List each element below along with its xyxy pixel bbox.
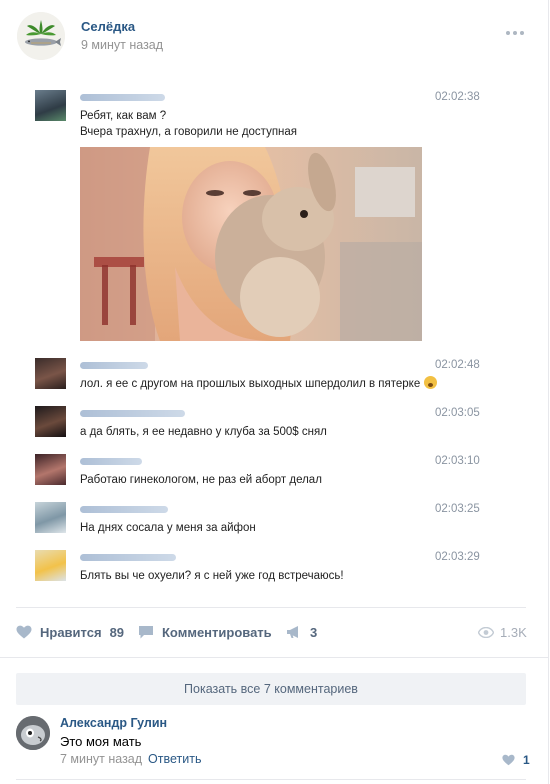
chat-time: 02:03:05: [435, 407, 480, 419]
comment-like-count: 1: [523, 753, 530, 767]
chat-name-blurred: [80, 458, 142, 465]
chat-message: На днях сосала у меня за айфон: [80, 522, 256, 534]
like-count: 89: [109, 624, 125, 640]
post-timestamp[interactable]: 9 минут назад: [81, 38, 163, 52]
views-counter: 1.3K: [478, 622, 527, 642]
comment-author[interactable]: Александр Гулин: [60, 716, 167, 730]
chat-time: 02:03:25: [435, 503, 480, 515]
reply-link[interactable]: Ответить: [148, 752, 201, 766]
comment-like-button[interactable]: 1: [502, 752, 530, 768]
divider: [16, 607, 526, 608]
divider: [16, 779, 526, 780]
chat-name-blurred: [80, 554, 176, 561]
heart-icon: [16, 625, 32, 639]
group-avatar[interactable]: [17, 12, 65, 60]
chat-avatar: [35, 550, 66, 581]
chat-photo: [80, 147, 422, 341]
megaphone-icon: [287, 626, 298, 638]
chat-avatar: [35, 358, 66, 389]
chat-message: а да блять, я ее недавно у клуба за 500$…: [80, 426, 327, 438]
chat-avatar: [35, 406, 66, 437]
chat-time: 02:03:29: [435, 551, 480, 563]
comment-button[interactable]: Комментировать: [138, 622, 272, 642]
group-name[interactable]: Селёдка: [81, 19, 135, 34]
like-button[interactable]: Нравится 89: [16, 622, 124, 642]
eye-icon: [478, 626, 494, 638]
chat-time: 02:03:10: [435, 455, 480, 467]
share-count: 3: [310, 624, 318, 640]
shocked-emoji-icon: [424, 376, 438, 389]
chat-message: Блять вы че охуели? я с ней уже год встр…: [80, 570, 344, 582]
share-button[interactable]: 3: [286, 622, 317, 642]
chat-time: 02:02:38: [435, 91, 480, 103]
divider: [0, 657, 548, 658]
comment-text: Это моя мать: [60, 734, 142, 749]
chat-name-blurred: [80, 410, 185, 417]
chat-message: лол. я ее с другом на прошлых выходных ш…: [80, 376, 438, 392]
chat-name-blurred: [80, 506, 168, 513]
like-label: Нравится: [40, 624, 102, 640]
chat-avatar: [35, 90, 66, 121]
comment-label: Комментировать: [162, 624, 272, 640]
chat-name-blurred: [80, 362, 148, 369]
chat-screenshot-image[interactable]: 02:02:38 Ребят, как вам ? Вчера трахнул,…: [20, 73, 510, 593]
heart-icon: [502, 754, 515, 766]
views-count: 1.3K: [500, 624, 527, 640]
chat-message: Работаю гинекологом, не раз ей аборт дел…: [80, 474, 322, 486]
comment-time[interactable]: 7 минут назад: [60, 752, 142, 766]
chat-time: 02:02:48: [435, 359, 480, 371]
comment-meta: 7 минут назад Ответить: [60, 752, 201, 766]
chat-avatar: [35, 502, 66, 533]
chat-avatar: [35, 454, 66, 485]
commenter-avatar[interactable]: [16, 716, 50, 750]
chat-message: Ребят, как вам ? Вчера трахнул, а говори…: [80, 110, 298, 138]
wall-post: Селёдка 9 минут назад 02:02:38 Ребят, ка…: [0, 0, 549, 784]
more-options-icon[interactable]: [506, 22, 528, 35]
comment-icon: [139, 625, 153, 638]
chat-name-blurred: [80, 94, 165, 101]
show-all-comments-button[interactable]: Показать все 7 комментариев: [16, 673, 526, 705]
